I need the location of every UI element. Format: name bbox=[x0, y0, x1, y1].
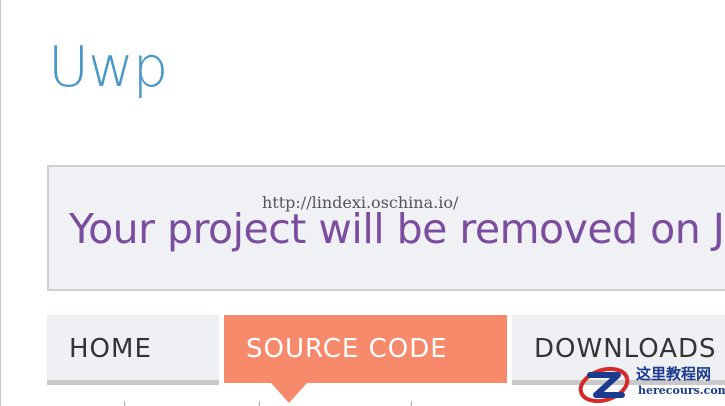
tab-source-code[interactable]: SOURCE CODE bbox=[224, 315, 507, 383]
watermark-url: http://lindexi.oschina.io/ bbox=[262, 193, 459, 212]
page-left-border bbox=[0, 0, 1, 406]
watermark-logo: 这里教程网 herecours.com bbox=[578, 362, 725, 406]
divider-tick bbox=[259, 401, 260, 406]
tab-source-code-label: SOURCE CODE bbox=[246, 334, 448, 364]
site-logo-icon bbox=[578, 366, 630, 404]
tab-home-label: HOME bbox=[69, 334, 152, 364]
logo-chinese-text: 这里教程网 bbox=[636, 365, 712, 383]
deprecation-notice: Your project will be removed on Ja bbox=[47, 165, 725, 291]
divider-tick bbox=[411, 401, 412, 406]
tab-home[interactable]: HOME bbox=[47, 315, 219, 385]
logo-site-text: herecours.com bbox=[638, 384, 725, 397]
active-tab-pointer bbox=[271, 383, 307, 403]
divider-tick bbox=[124, 401, 125, 406]
tab-downloads-label: DOWNLOADS bbox=[534, 334, 717, 364]
project-title: Uwp bbox=[48, 35, 168, 100]
